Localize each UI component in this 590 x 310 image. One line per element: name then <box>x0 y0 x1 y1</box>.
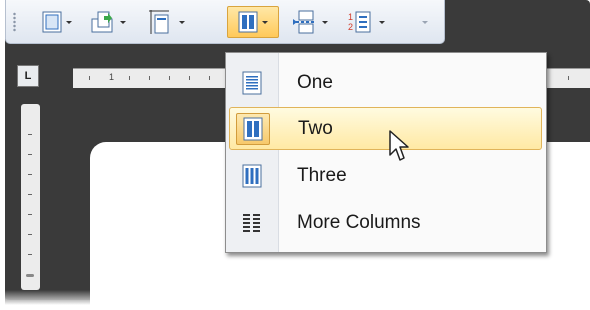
chevron-down-icon <box>262 20 268 24</box>
svg-text:2: 2 <box>348 22 353 32</box>
breaks-button[interactable] <box>288 6 332 38</box>
menu-item-two[interactable]: Two <box>229 107 542 150</box>
more-columns-icon <box>229 201 275 244</box>
chevron-down-icon <box>120 20 126 24</box>
page-size-button[interactable] <box>141 6 191 38</box>
toolbar-options-icon <box>422 20 428 24</box>
page-margins-icon <box>42 11 62 33</box>
page-size-icon <box>147 9 171 35</box>
breaks-icon <box>292 10 318 34</box>
menu-item-label: One <box>297 71 333 93</box>
chevron-down-icon <box>378 20 385 24</box>
menu-item-icon-cell <box>230 108 276 149</box>
menu-item-one[interactable]: One <box>229 61 542 104</box>
one-column-icon <box>229 61 275 104</box>
ruler-number: 1 <box>109 72 115 82</box>
mouse-pointer-icon <box>388 129 412 168</box>
two-columns-icon <box>236 112 270 145</box>
columns-dropdown-menu: One Two Three More Columns <box>225 52 547 253</box>
columns-icon <box>238 11 258 33</box>
columns-button[interactable] <box>227 6 279 38</box>
svg-text:1: 1 <box>348 12 353 22</box>
line-numbers-button[interactable]: 1 2 <box>341 6 391 38</box>
margins-button[interactable] <box>36 6 78 38</box>
vertical-ruler[interactable] <box>21 104 40 290</box>
menu-item-label: More Columns <box>297 211 421 233</box>
menu-item-label: Two <box>298 117 333 139</box>
toolbar-grip[interactable] <box>13 12 16 32</box>
orientation-button[interactable] <box>86 6 130 38</box>
chevron-down-icon <box>179 20 185 24</box>
chevron-down-icon <box>322 20 328 24</box>
line-numbers-icon: 1 2 <box>348 10 372 34</box>
tab-selector[interactable]: L <box>17 65 39 87</box>
page-layout-toolbar: 1 2 <box>5 0 445 44</box>
menu-item-label: Three <box>297 164 347 186</box>
toolbar-options-button[interactable] <box>416 6 434 38</box>
three-columns-icon <box>229 154 275 197</box>
menu-item-three[interactable]: Three <box>229 154 542 197</box>
orientation-icon <box>90 10 116 34</box>
chevron-down-icon <box>66 20 72 24</box>
menu-item-more-columns[interactable]: More Columns <box>229 201 542 244</box>
